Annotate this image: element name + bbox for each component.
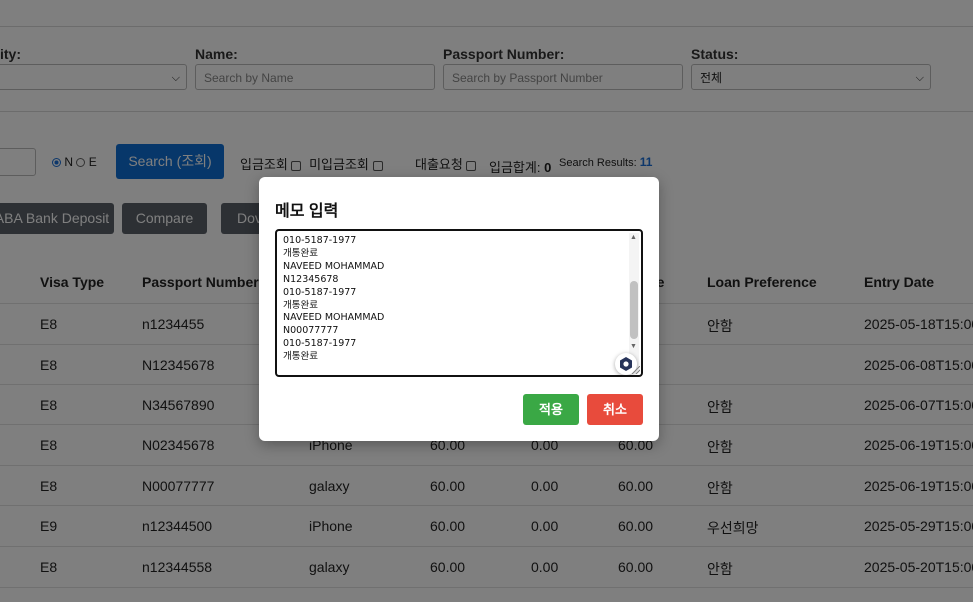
apply-button[interactable]: 적용 [523, 394, 579, 425]
scroll-up-icon[interactable]: ▲ [630, 234, 637, 241]
memo-scrollbar[interactable]: ▲ ▼ [629, 233, 639, 373]
memo-textarea[interactable]: 010-5187-1977 개통완료 NAVEED MOHAMMAD N1234… [275, 229, 643, 377]
modal-title: 메모 입력 [275, 203, 339, 220]
cancel-button[interactable]: 취소 [587, 394, 643, 425]
memo-modal: 메모 입력 010-5187-1977 개통완료 NAVEED MOHAMMAD… [259, 177, 659, 441]
resize-handle-icon[interactable] [632, 366, 640, 374]
scroll-thumb[interactable] [630, 281, 638, 339]
scroll-down-icon[interactable]: ▼ [630, 343, 637, 350]
memo-text: 010-5187-1977 개통완료 NAVEED MOHAMMAD N1234… [283, 235, 385, 363]
